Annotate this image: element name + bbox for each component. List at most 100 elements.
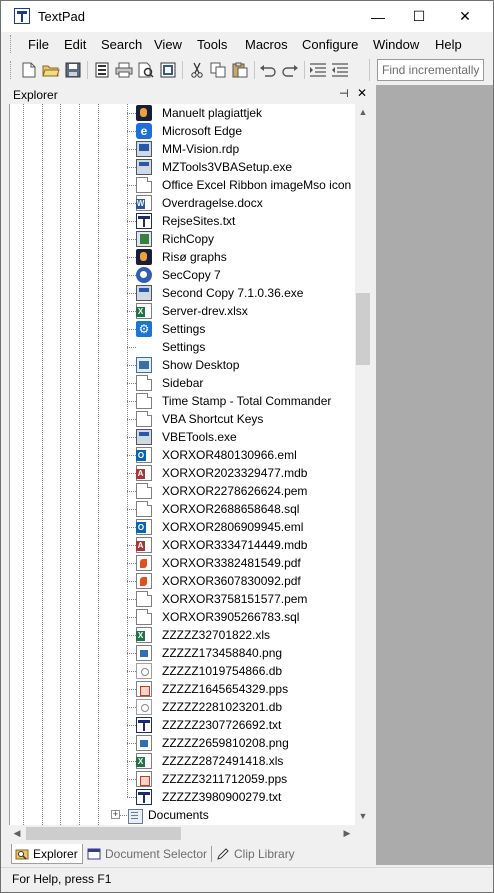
tree-item[interactable]: Server-drev.xlsx: [136, 302, 248, 320]
menu-tools[interactable]: Tools: [197, 37, 227, 52]
tree-item[interactable]: Overdragelse.docx: [136, 194, 263, 212]
tree-connector-line: [127, 131, 136, 132]
tree-item[interactable]: XORXOR3334714449.mdb: [136, 536, 307, 554]
outdent-icon[interactable]: [331, 61, 349, 79]
menu-view[interactable]: View: [154, 37, 182, 52]
tree-item[interactable]: XORXOR3382481549.pdf: [136, 554, 301, 572]
tree-item[interactable]: XORXOR3905266783.sql: [136, 608, 299, 626]
tree-item[interactable]: Show Desktop: [136, 356, 239, 374]
tree-item[interactable]: ZZZZZ173458840.png: [136, 644, 282, 662]
excel-icon: [136, 303, 152, 319]
tree-item[interactable]: ZZZZZ2659810208.png: [136, 734, 289, 752]
document-icon: [136, 501, 152, 517]
tree-item[interactable]: Second Copy 7.1.0.36.exe: [136, 284, 303, 302]
tree-item[interactable]: XORXOR2023329477.mdb: [136, 464, 307, 482]
menu-window[interactable]: Window: [373, 37, 419, 52]
copy-icon[interactable]: [209, 61, 227, 79]
horizontal-scroll-thumb[interactable]: [26, 827, 181, 840]
close-panel-icon[interactable]: ✕: [357, 86, 367, 100]
tree-item[interactable]: Risø graphs: [136, 248, 227, 266]
menu-search[interactable]: Search: [101, 37, 142, 52]
tree-item[interactable]: ⚙ Settings: [136, 320, 205, 338]
document-selector-icon: [87, 847, 101, 861]
tab-explorer[interactable]: Explorer: [11, 844, 83, 864]
tree-item[interactable]: ZZZZZ1645654329.pps: [136, 680, 288, 698]
tree-item[interactable]: Office Excel Ribbon imageMso icon: [136, 176, 351, 194]
menu-macros[interactable]: Macros: [245, 37, 288, 52]
explorer-tree[interactable]: Manuelt plagiattjek e Microsoft Edge MM-Vis…: [9, 104, 355, 825]
minimize-button[interactable]: —: [355, 1, 401, 32]
tree-item-label: Sidebar: [162, 376, 204, 390]
tree-item[interactable]: MM-Vision.rdp: [136, 140, 239, 158]
tree-item[interactable]: RichCopy: [136, 230, 214, 248]
vertical-scroll-thumb[interactable]: [356, 293, 370, 365]
open-folder-icon[interactable]: [42, 61, 60, 79]
menu-help[interactable]: Help: [435, 37, 462, 52]
indent-icon[interactable]: [309, 61, 327, 79]
tree-item[interactable]: ZZZZZ3980900279.txt: [136, 788, 281, 806]
tree-item[interactable]: XORXOR3758151577.pem: [136, 590, 307, 608]
new-file-icon[interactable]: [20, 61, 38, 79]
maximize-button[interactable]: ☐: [396, 1, 442, 32]
print-icon[interactable]: [115, 61, 133, 79]
tree-item[interactable]: ZZZZZ1019754866.db: [136, 662, 282, 680]
tree-item-label: XORXOR3382481549.pdf: [162, 556, 301, 570]
tree-item[interactable]: Settings: [136, 338, 205, 356]
menu-edit[interactable]: Edit: [64, 37, 86, 52]
tab-document-selector[interactable]: Document Selector: [87, 844, 207, 864]
menu-configure[interactable]: Configure: [302, 37, 358, 52]
cut-icon[interactable]: [188, 61, 206, 79]
tree-item[interactable]: MZTools3VBASetup.exe: [136, 158, 292, 176]
close-button[interactable]: ✕: [442, 1, 488, 32]
tree-item[interactable]: e Microsoft Edge: [136, 122, 242, 140]
tree-item-label: Time Stamp - Total Commander: [162, 394, 332, 408]
menu-bar-grip[interactable]: [10, 35, 13, 53]
menu-file[interactable]: File: [28, 37, 49, 52]
tree-item[interactable]: XORXOR3607830092.pdf: [136, 572, 301, 590]
editor-area[interactable]: [376, 85, 493, 865]
document-properties-icon[interactable]: [93, 61, 111, 79]
redo-icon[interactable]: [281, 61, 299, 79]
blank-icon: [136, 339, 152, 355]
tree-item[interactable]: RejseSites.txt: [136, 212, 235, 230]
tree-item[interactable]: VBETools.exe: [136, 428, 237, 446]
tree-item-documents[interactable]: Documents: [127, 806, 209, 824]
tree-item[interactable]: ZZZZZ2872491418.xls: [136, 752, 283, 770]
png-icon: [136, 645, 152, 661]
tree-item[interactable]: XORXOR480130966.eml: [136, 446, 297, 464]
pin-icon[interactable]: ⊣: [339, 87, 349, 100]
save-icon[interactable]: [64, 61, 82, 79]
tree-item[interactable]: XORXOR2806909945.eml: [136, 518, 303, 536]
tree-item[interactable]: Sidebar: [136, 374, 203, 392]
tab-clip-library[interactable]: Clip Library: [216, 844, 295, 864]
find-incrementally-input[interactable]: Find incrementally: [377, 59, 484, 81]
scroll-up-arrow-icon[interactable]: ▲: [355, 104, 371, 120]
tree-item[interactable]: XORXOR2688658648.sql: [136, 500, 299, 518]
tree-item[interactable]: VBA Shortcut Keys: [136, 410, 263, 428]
toolbar-grip[interactable]: [10, 61, 13, 79]
db-icon: [136, 699, 152, 715]
print-preview-icon[interactable]: [137, 61, 155, 79]
expand-toggle-icon[interactable]: +: [111, 810, 120, 819]
tree-item[interactable]: ZZZZZ32701822.xls: [136, 626, 270, 644]
tree-connector-line: [127, 239, 136, 240]
undo-icon[interactable]: [259, 61, 277, 79]
scroll-right-arrow-icon[interactable]: ▶: [339, 825, 355, 842]
tab-document-selector-label: Document Selector: [105, 847, 208, 861]
tree-item[interactable]: Manuelt plagiattjek: [136, 104, 262, 122]
document-icon: [136, 483, 152, 499]
tree-item-label: XORXOR480130966.eml: [162, 448, 297, 462]
scroll-down-arrow-icon[interactable]: ▼: [355, 808, 371, 824]
textpad-app-icon[interactable]: [14, 8, 30, 24]
paste-icon[interactable]: [231, 61, 249, 79]
tree-item[interactable]: Time Stamp - Total Commander: [136, 392, 331, 410]
tree-item[interactable]: SecCopy 7: [136, 266, 221, 284]
tree-item[interactable]: ZZZZZ3211712059.pps: [136, 770, 287, 788]
tree-item[interactable]: XORXOR2278626624.pem: [136, 482, 307, 500]
manage-files-icon[interactable]: [159, 61, 177, 79]
tree-item[interactable]: ZZZZZ2281023201.db: [136, 698, 282, 716]
scroll-left-arrow-icon[interactable]: ◀: [9, 825, 25, 842]
tree-item[interactable]: ZZZZZ2307726692.txt: [136, 716, 281, 734]
vertical-scrollbar[interactable]: [355, 104, 371, 825]
tree-item-label: ZZZZZ1645654329.pps: [162, 682, 289, 696]
